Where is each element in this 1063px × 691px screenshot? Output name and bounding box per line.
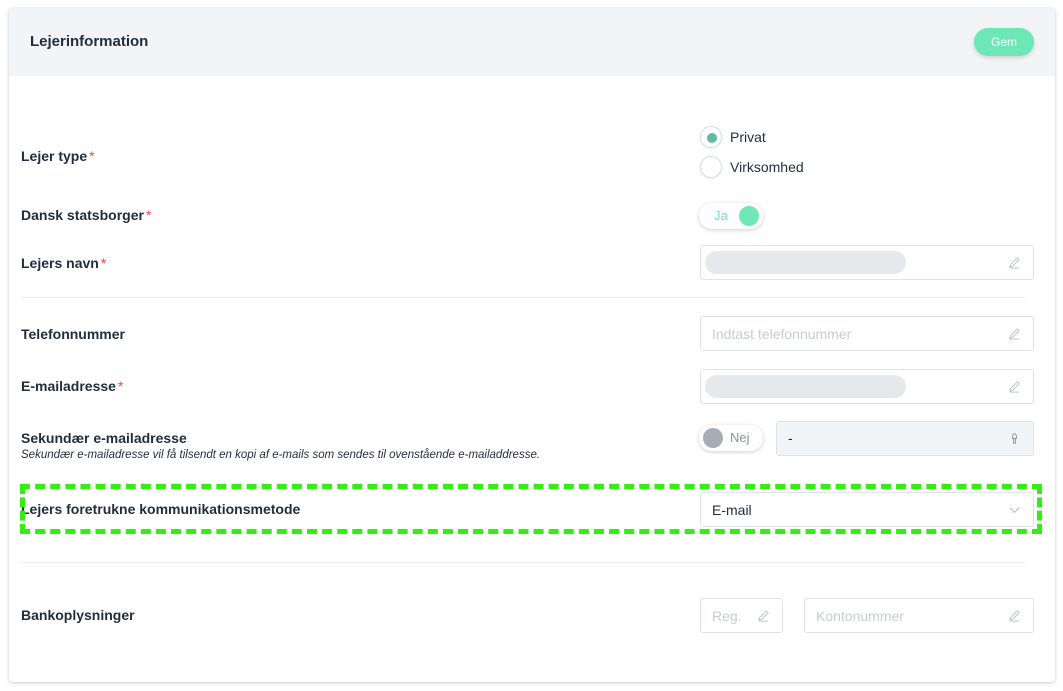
secondary-email-field: - — [776, 421, 1034, 456]
lock-icon — [1012, 433, 1017, 444]
required-mark: * — [145, 207, 152, 223]
tenant-type-label: Lejer type * — [21, 148, 95, 164]
pencil-icon — [758, 610, 769, 622]
toggle-knob — [703, 428, 723, 448]
toggle-knob — [739, 206, 759, 226]
radio-virksomhed[interactable]: Virksomhed — [690, 156, 804, 178]
secondary-email-label: Sekundær e-mailadresse — [21, 430, 187, 446]
radio-label-virksomhed: Virksomhed — [730, 159, 804, 175]
toggle-text: Nej — [730, 430, 750, 445]
toggle-text: Ja — [714, 208, 728, 223]
account-number-placeholder: Kontonummer — [816, 608, 904, 624]
section-divider — [21, 297, 1025, 298]
save-button[interactable]: Gem — [974, 28, 1034, 56]
pencil-icon — [1009, 257, 1020, 269]
required-mark: * — [117, 378, 124, 394]
secondary-email-hint: Sekundær e-mailadresse vil få tilsendt e… — [21, 449, 541, 461]
danish-citizen-label: Dansk statsborger * — [21, 207, 152, 223]
highlight-box — [20, 484, 1042, 534]
required-mark: * — [89, 148, 95, 164]
radio-button[interactable] — [700, 156, 722, 178]
page-title: Lejerinformation — [30, 33, 149, 50]
phone-label: Telefonnummer — [21, 326, 125, 342]
radio-label-privat: Privat — [730, 129, 766, 145]
card-header: Lejerinformation Gem — [9, 8, 1055, 76]
secondary-email-value: - — [788, 430, 793, 446]
pencil-icon — [1009, 610, 1020, 622]
pencil-icon — [1009, 328, 1020, 340]
secondary-email-toggle[interactable]: Nej — [699, 425, 763, 451]
radio-privat[interactable]: Privat — [690, 126, 766, 148]
reg-number-input[interactable]: Reg.nr. — [700, 598, 783, 633]
radio-button[interactable] — [700, 126, 722, 148]
phone-input[interactable]: Indtast telefonnummer — [700, 316, 1034, 351]
account-number-input[interactable]: Kontonummer — [804, 598, 1034, 633]
email-label: E-mailadresse * — [21, 378, 124, 394]
required-mark: * — [100, 255, 107, 271]
section-divider — [21, 562, 1025, 563]
pencil-icon — [1009, 381, 1020, 393]
email-field[interactable] — [700, 369, 1034, 404]
tenant-name-field[interactable] — [700, 245, 1034, 280]
reg-number-placeholder: Reg.nr. — [712, 608, 742, 624]
redacted-value — [705, 251, 906, 274]
redacted-value — [705, 375, 906, 398]
bank-label: Bankoplysninger — [21, 607, 135, 623]
phone-placeholder: Indtast telefonnummer — [712, 326, 852, 342]
tenant-name-label: Lejers navn * — [21, 255, 107, 271]
danish-citizen-toggle[interactable]: Ja — [699, 203, 763, 229]
